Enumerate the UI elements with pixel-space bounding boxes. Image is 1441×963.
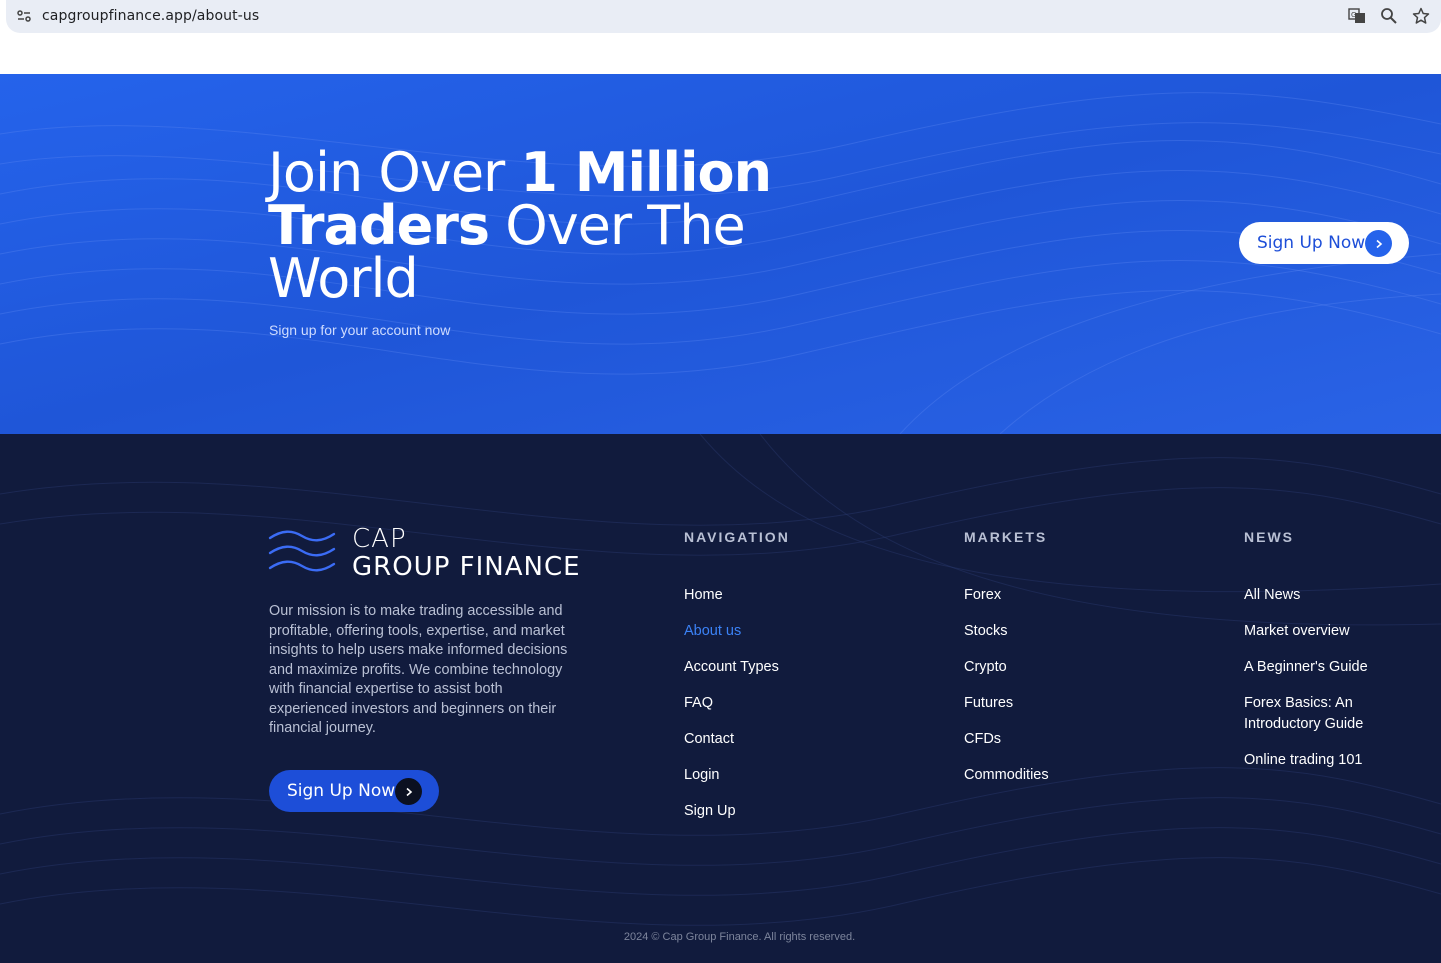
navigation-heading: NAVIGATION — [684, 529, 790, 545]
hero-title-part2: Over The — [489, 194, 745, 257]
footer-markets-column: MARKETS Forex Stocks Crypto Futures CFDs… — [964, 529, 1049, 801]
nav-link-about-us[interactable]: About us — [684, 621, 790, 642]
hero-title-part3: World — [268, 247, 419, 310]
footer-navigation-column: NAVIGATION Home About us Account Types F… — [684, 529, 790, 837]
footer-news-column: NEWS All News Market overview A Beginner… — [1244, 529, 1384, 786]
nav-link-account-types[interactable]: Account Types — [684, 657, 790, 678]
market-link-stocks[interactable]: Stocks — [964, 621, 1049, 642]
browser-address-bar: capgroupfinance.app/about-us G — [6, 0, 1441, 33]
hero-subtitle: Sign up for your account now — [269, 322, 451, 338]
footer-signup-button[interactable]: Sign Up Now — [269, 770, 439, 812]
zoom-icon[interactable] — [1380, 7, 1398, 25]
url-text[interactable]: capgroupfinance.app/about-us — [42, 8, 259, 24]
translate-icon[interactable]: G — [1348, 7, 1366, 25]
nav-link-sign-up[interactable]: Sign Up — [684, 801, 790, 822]
hero-signup-label: Sign Up Now — [1257, 233, 1366, 253]
markets-heading: MARKETS — [964, 529, 1048, 545]
market-link-commodities[interactable]: Commodities — [964, 765, 1049, 786]
svg-text:G: G — [1351, 11, 1356, 19]
news-link-all-news[interactable]: All News — [1244, 585, 1384, 606]
chevron-right-icon — [395, 778, 422, 805]
news-link-online-trading-101[interactable]: Online trading 101 — [1244, 750, 1384, 771]
copyright-text: 2024 © Cap Group Finance. All rights res… — [623, 931, 856, 943]
news-link-market-overview[interactable]: Market overview — [1244, 621, 1384, 642]
company-logo[interactable]: CAP GROUP FINANCE — [268, 524, 588, 584]
logo-text-group-finance: GROUP FINANCE — [352, 552, 581, 582]
market-link-forex[interactable]: Forex — [964, 585, 1049, 606]
site-info-icon[interactable] — [16, 8, 32, 24]
hero-title: Join Over 1 Million Traders Over The Wor… — [268, 146, 828, 306]
logo-waves-icon — [268, 530, 336, 572]
nav-link-contact[interactable]: Contact — [684, 729, 790, 750]
news-heading: NEWS — [1244, 529, 1294, 545]
market-link-futures[interactable]: Futures — [964, 693, 1049, 714]
logo-text-cap: CAP — [352, 524, 407, 554]
news-link-forex-basics[interactable]: Forex Basics: An Introductory Guide — [1244, 693, 1384, 735]
chevron-right-icon — [1365, 230, 1392, 257]
nav-link-login[interactable]: Login — [684, 765, 790, 786]
news-link-beginners-guide[interactable]: A Beginner's Guide — [1244, 657, 1384, 678]
hero-section: Join Over 1 Million Traders Over The Wor… — [0, 74, 1441, 434]
nav-link-faq[interactable]: FAQ — [684, 693, 790, 714]
market-link-crypto[interactable]: Crypto — [964, 657, 1049, 678]
market-link-cfds[interactable]: CFDs — [964, 729, 1049, 750]
nav-link-home[interactable]: Home — [684, 585, 790, 606]
hero-signup-button[interactable]: Sign Up Now — [1239, 222, 1409, 264]
footer: CAP GROUP FINANCE Our mission is to make… — [0, 434, 1441, 963]
footer-signup-label: Sign Up Now — [287, 781, 396, 801]
mission-statement: Our mission is to make trading accessibl… — [269, 603, 568, 736]
bookmark-star-icon[interactable] — [1412, 7, 1430, 25]
